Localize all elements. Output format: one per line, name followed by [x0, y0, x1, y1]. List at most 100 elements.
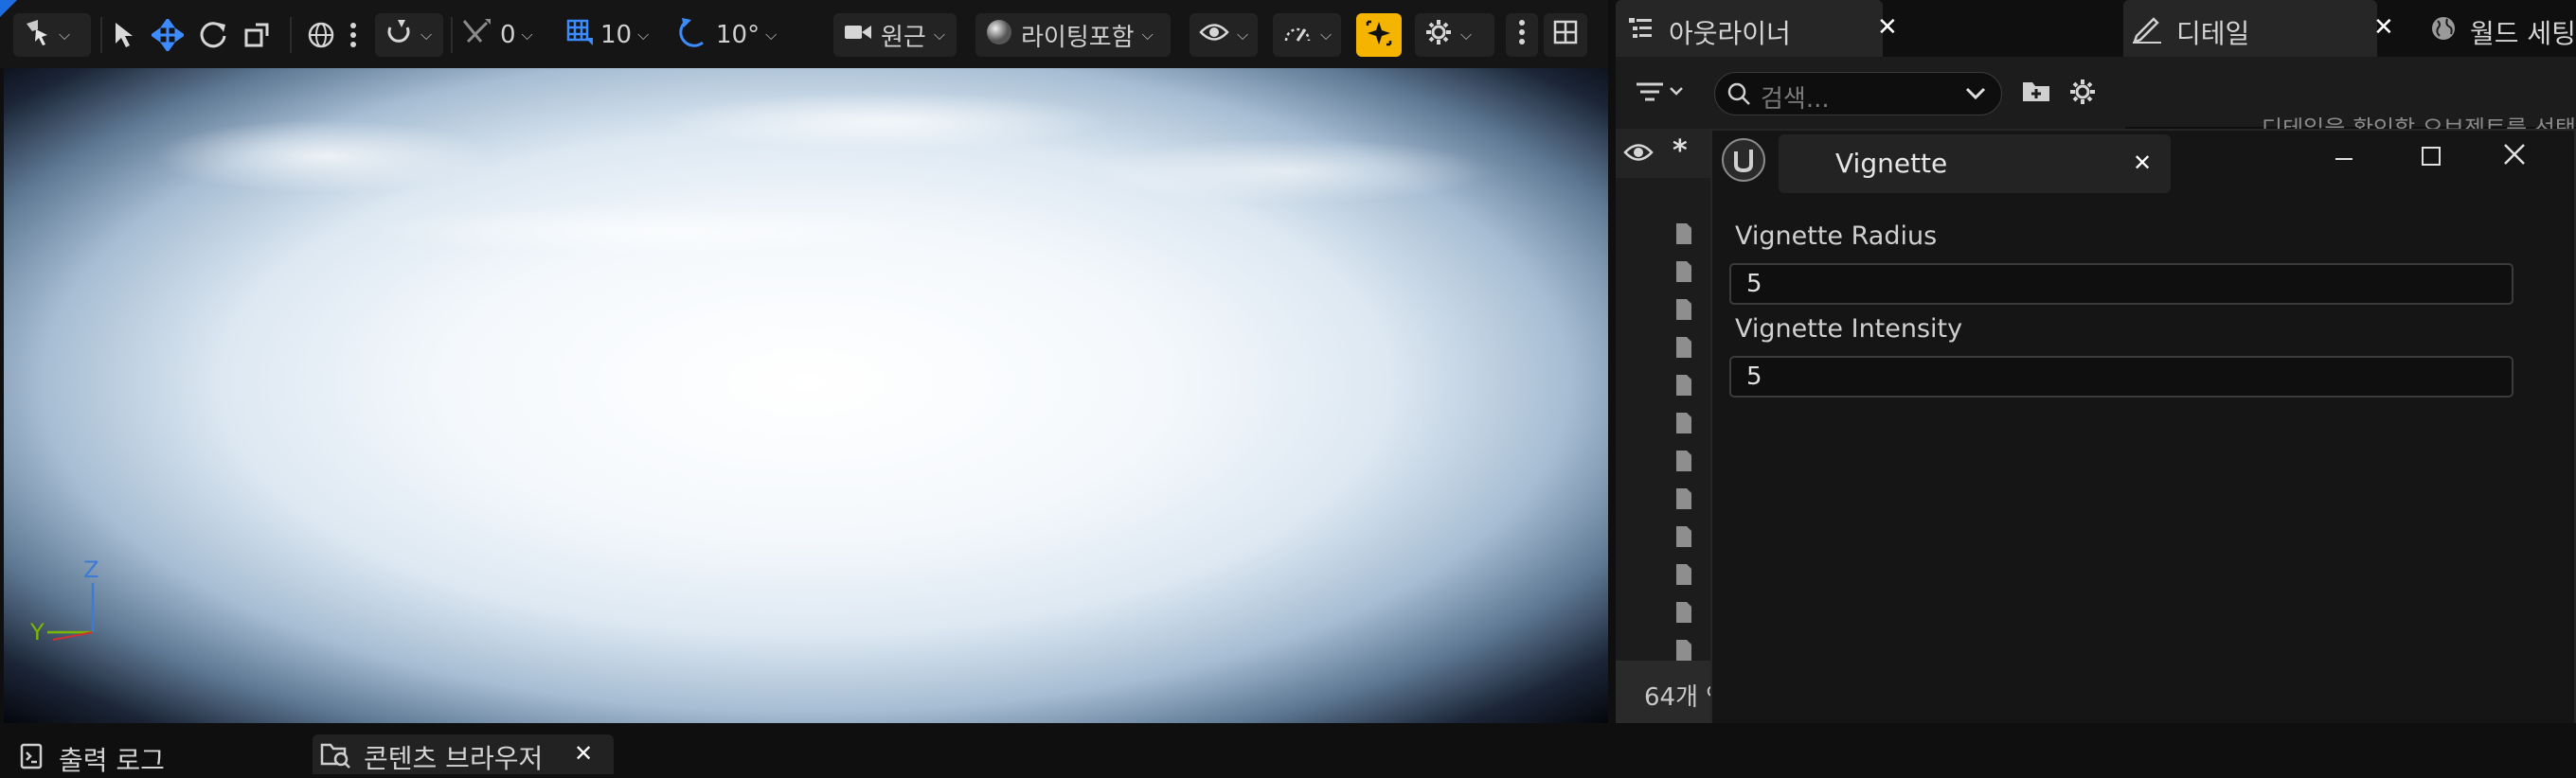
world-local-icon[interactable]: [307, 21, 335, 53]
more-options-button[interactable]: [1506, 13, 1538, 57]
show-flags-button[interactable]: ⌵: [1190, 13, 1258, 57]
minimize-icon[interactable]: [2330, 142, 2358, 174]
vignette-radius-label: Vignette Radius: [1735, 221, 1938, 251]
close-icon[interactable]: ✕: [574, 740, 593, 767]
scale-icon[interactable]: [242, 21, 271, 53]
realtime-sparkle-icon: [1364, 18, 1394, 52]
vignette-intensity-input[interactable]: 5: [1729, 356, 2513, 398]
gear-icon: [1424, 18, 1453, 53]
tab-outliner[interactable]: 아웃라이너 ✕: [1616, 0, 1898, 57]
translate-snap-toggle[interactable]: 0 ⌵: [460, 13, 533, 57]
globe-icon: [2430, 15, 2457, 45]
chevron-down-icon[interactable]: [1965, 86, 1986, 105]
level-viewport[interactable]: [4, 68, 1608, 723]
actor-file-icon[interactable]: [1674, 449, 1693, 473]
close-icon[interactable]: ✕: [1877, 13, 1898, 42]
close-window-icon[interactable]: [2498, 138, 2531, 174]
search-icon: [1726, 81, 1751, 110]
eye-icon: [1199, 21, 1229, 49]
tab-content-browser[interactable]: 콘텐츠 브라우저 ✕: [313, 734, 614, 774]
actor-file-icon[interactable]: [1674, 524, 1693, 549]
view-mode-label: 라이팅포함: [1021, 23, 1135, 52]
viewport-settings-button[interactable]: ⌵: [1415, 13, 1494, 57]
chevron-down-icon: ⌵: [521, 26, 533, 44]
layout-grid-icon: [1552, 19, 1579, 52]
window-tab[interactable]: Vignette ✕: [1779, 134, 2171, 193]
search-placeholder: 검색...: [1761, 85, 1830, 114]
actor-file-icon[interactable]: [1674, 373, 1693, 398]
axis-y-label: Y: [30, 619, 45, 645]
rotate-snap-icon: [678, 16, 710, 55]
tab-details[interactable]: 디테일 ✕: [2123, 0, 2394, 57]
more-options-icon[interactable]: [349, 21, 358, 53]
camera-mode-button[interactable]: 원근 ⌵: [833, 13, 957, 57]
pencil-icon: [2131, 13, 2163, 47]
actor-file-icon[interactable]: [1674, 221, 1693, 246]
world-settings-tab-title: 월드 세팅: [2470, 18, 2576, 49]
select-mode-button[interactable]: ⌵: [13, 13, 91, 57]
close-icon[interactable]: ✕: [2373, 13, 2394, 42]
chevron-down-icon: ⌵: [933, 26, 945, 44]
gear-icon[interactable]: [2068, 78, 2097, 110]
performance-button[interactable]: ⌵: [1273, 13, 1341, 57]
window-title: Vignette: [1835, 148, 1948, 179]
chevron-down-icon: ⌵: [1141, 26, 1154, 44]
output-log-icon: [19, 742, 44, 774]
actor-file-icon[interactable]: [1674, 335, 1693, 360]
pin-asterisk-icon[interactable]: *: [1673, 134, 1688, 168]
chevron-down-icon: ⌵: [1460, 26, 1473, 44]
select-arrow-icon[interactable]: [112, 21, 136, 53]
grid-snap-toggle[interactable]: 10 ⌵: [564, 13, 649, 57]
filter-icon[interactable]: [1635, 78, 1690, 110]
content-browser-label: 콘텐츠 브라우저: [364, 743, 544, 774]
translate-icon[interactable]: [150, 17, 186, 55]
camera-mode-label: 원근: [881, 23, 926, 52]
realtime-toggle-button[interactable]: [1356, 13, 1402, 57]
actor-file-icon[interactable]: [1674, 600, 1693, 625]
rotate-snap-value: 10°: [716, 21, 760, 49]
chevron-down-icon: ⌵: [420, 26, 433, 44]
outliner-icon: [1627, 15, 1654, 45]
vignette-window: Vignette ✕ Vignette Radius 5 Vignette In…: [1710, 129, 2576, 774]
grid-snap-icon: [564, 17, 595, 54]
axis-z-label: Z: [83, 557, 99, 583]
translate-snap-value: 0: [500, 21, 516, 49]
chevron-down-icon: ⌵: [765, 26, 778, 44]
details-panel: 디테일을 확인할 오브젝트를 선택합니다: [2125, 57, 2576, 142]
surface-snap-button[interactable]: ⌵: [375, 13, 443, 57]
vignette-radius-input[interactable]: 5: [1729, 263, 2513, 305]
actor-file-icon[interactable]: [1674, 486, 1693, 511]
rotate-snap-toggle[interactable]: 10° ⌵: [678, 13, 777, 57]
view-mode-button[interactable]: 라이팅포함 ⌵: [975, 13, 1171, 57]
actor-file-icon[interactable]: [1674, 562, 1693, 587]
outliner-tab-title: 아웃라이너: [1669, 18, 1791, 49]
lit-sphere-icon: [985, 18, 1013, 53]
close-icon[interactable]: ✕: [2133, 150, 2152, 176]
chevron-down-icon: ⌵: [1237, 26, 1249, 44]
actor-file-icon[interactable]: [1674, 411, 1693, 435]
output-log-label: 출력 로그: [59, 745, 165, 776]
vignette-intensity-label: Vignette Intensity: [1735, 314, 1963, 344]
more-vertical-icon: [1517, 18, 1527, 53]
outliner-footer: 64개 액터: [1616, 661, 1710, 723]
outliner-search-box[interactable]: 검색...: [1714, 72, 2002, 115]
speedometer-icon: [1282, 20, 1313, 51]
chevron-down-icon: ⌵: [59, 26, 71, 44]
add-folder-icon[interactable]: [2021, 78, 2051, 108]
details-tab-title: 디테일: [2176, 18, 2250, 49]
viewport-toolbar: ⌵ ⌵ 0 ⌵ 10 ⌵ 10° ⌵ 원근 ⌵ 라이팅포함 ⌵ ⌵ ⌵ ⌵: [0, 0, 1608, 68]
rotate-icon[interactable]: [197, 19, 229, 55]
actor-file-icon[interactable]: [1674, 259, 1693, 284]
actor-file-icon[interactable]: [1674, 297, 1693, 322]
layout-button[interactable]: [1544, 13, 1587, 57]
axis-gizmo: Z Y: [27, 557, 112, 645]
actor-file-icon[interactable]: [1674, 638, 1693, 663]
visibility-eye-icon[interactable]: [1623, 142, 1654, 167]
select-mode-icon: [23, 18, 51, 53]
surface-snap-icon: [385, 18, 413, 53]
viewport-active-corner: [0, 0, 17, 17]
chevron-down-icon: ⌵: [1320, 26, 1333, 44]
grid-snap-value: 10: [600, 21, 633, 49]
maximize-icon[interactable]: [2417, 142, 2445, 174]
unreal-logo-icon: [1720, 136, 1767, 187]
